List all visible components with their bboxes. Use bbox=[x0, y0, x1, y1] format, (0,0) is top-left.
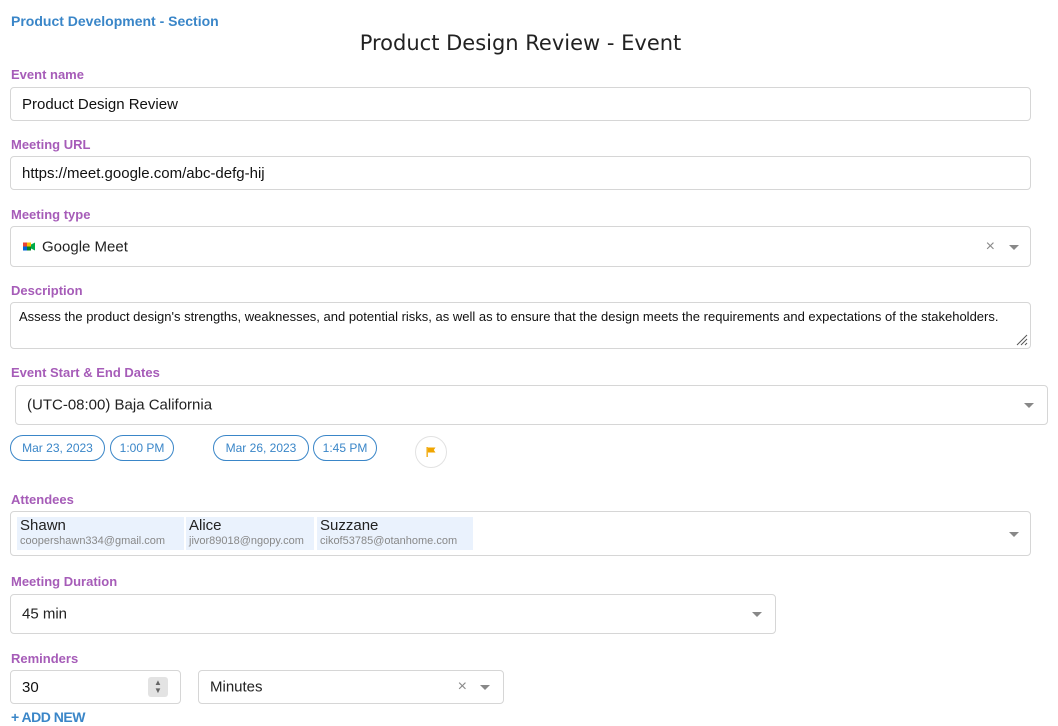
event-name-label: Event name bbox=[11, 67, 84, 82]
chevron-down-icon[interactable] bbox=[752, 612, 762, 617]
reminder-unit-select[interactable]: Minutes × bbox=[198, 670, 504, 704]
description-label: Description bbox=[11, 283, 83, 298]
reminders-label: Reminders bbox=[11, 651, 79, 666]
attendee-email: coopershawn334@gmail.com bbox=[20, 535, 166, 547]
google-meet-icon bbox=[22, 240, 36, 254]
duration-label: Meeting Duration bbox=[11, 574, 118, 589]
attendee-chip[interactable]: Suzzane cikof53785@otanhome.com bbox=[317, 517, 473, 550]
duration-value: 45 min bbox=[22, 605, 68, 623]
chevron-down-icon[interactable]: ▼ bbox=[154, 687, 162, 695]
reminder-amount-field[interactable]: ▲ ▼ bbox=[10, 670, 181, 704]
page-title: Product Design Review - Event bbox=[359, 31, 682, 55]
timezone-select[interactable]: (UTC-08:00) Baja California bbox=[15, 385, 1048, 425]
meeting-type-value: Google Meet bbox=[42, 238, 128, 255]
meeting-url-input[interactable] bbox=[11, 157, 1030, 189]
duration-select[interactable]: 45 min bbox=[10, 594, 776, 634]
attendee-name: Shawn bbox=[20, 517, 66, 534]
timezone-value: (UTC-08:00) Baja California bbox=[27, 396, 213, 414]
number-stepper[interactable]: ▲ ▼ bbox=[148, 677, 168, 697]
chevron-down-icon[interactable] bbox=[480, 685, 490, 690]
chevron-down-icon[interactable] bbox=[1009, 244, 1019, 250]
flag-button[interactable] bbox=[415, 436, 447, 468]
event-name-field[interactable] bbox=[10, 87, 1031, 121]
attendee-email: jivor89018@ngopy.com bbox=[189, 535, 304, 547]
meeting-type-label: Meeting type bbox=[11, 207, 91, 222]
add-new-reminder-button[interactable]: + ADD NEW bbox=[11, 709, 85, 725]
attendee-name: Alice bbox=[189, 517, 222, 534]
end-date-pill[interactable]: Mar 26, 2023 bbox=[213, 435, 309, 461]
clear-icon[interactable]: × bbox=[458, 679, 467, 695]
attendee-email: cikof53785@otanhome.com bbox=[320, 535, 458, 547]
start-date-pill[interactable]: Mar 23, 2023 bbox=[10, 435, 105, 461]
description-text: Assess the product design's strengths, w… bbox=[19, 309, 999, 324]
chevron-down-icon[interactable] bbox=[1024, 403, 1034, 408]
chevron-down-icon[interactable] bbox=[1009, 531, 1019, 537]
description-textarea[interactable]: Assess the product design's strengths, w… bbox=[10, 302, 1031, 349]
section-title: Product Development - Section bbox=[11, 13, 219, 29]
flag-icon bbox=[426, 447, 436, 457]
dates-label: Event Start & End Dates bbox=[11, 365, 160, 380]
meeting-type-select[interactable]: Google Meet × bbox=[10, 226, 1031, 267]
event-name-input[interactable] bbox=[11, 88, 1030, 120]
end-time-pill[interactable]: 1:45 PM bbox=[313, 435, 377, 461]
reminder-unit-value: Minutes bbox=[210, 678, 263, 696]
attendee-chip[interactable]: Shawn coopershawn334@gmail.com bbox=[17, 517, 184, 550]
start-time-pill[interactable]: 1:00 PM bbox=[110, 435, 174, 461]
resize-handle-icon[interactable] bbox=[1014, 332, 1028, 346]
attendee-name: Suzzane bbox=[320, 517, 379, 534]
clear-icon[interactable]: × bbox=[986, 238, 995, 255]
attendees-label: Attendees bbox=[11, 492, 74, 507]
attendee-chip[interactable]: Alice jivor89018@ngopy.com bbox=[186, 517, 314, 550]
meeting-url-label: Meeting URL bbox=[11, 137, 91, 152]
meeting-url-field[interactable] bbox=[10, 156, 1031, 190]
